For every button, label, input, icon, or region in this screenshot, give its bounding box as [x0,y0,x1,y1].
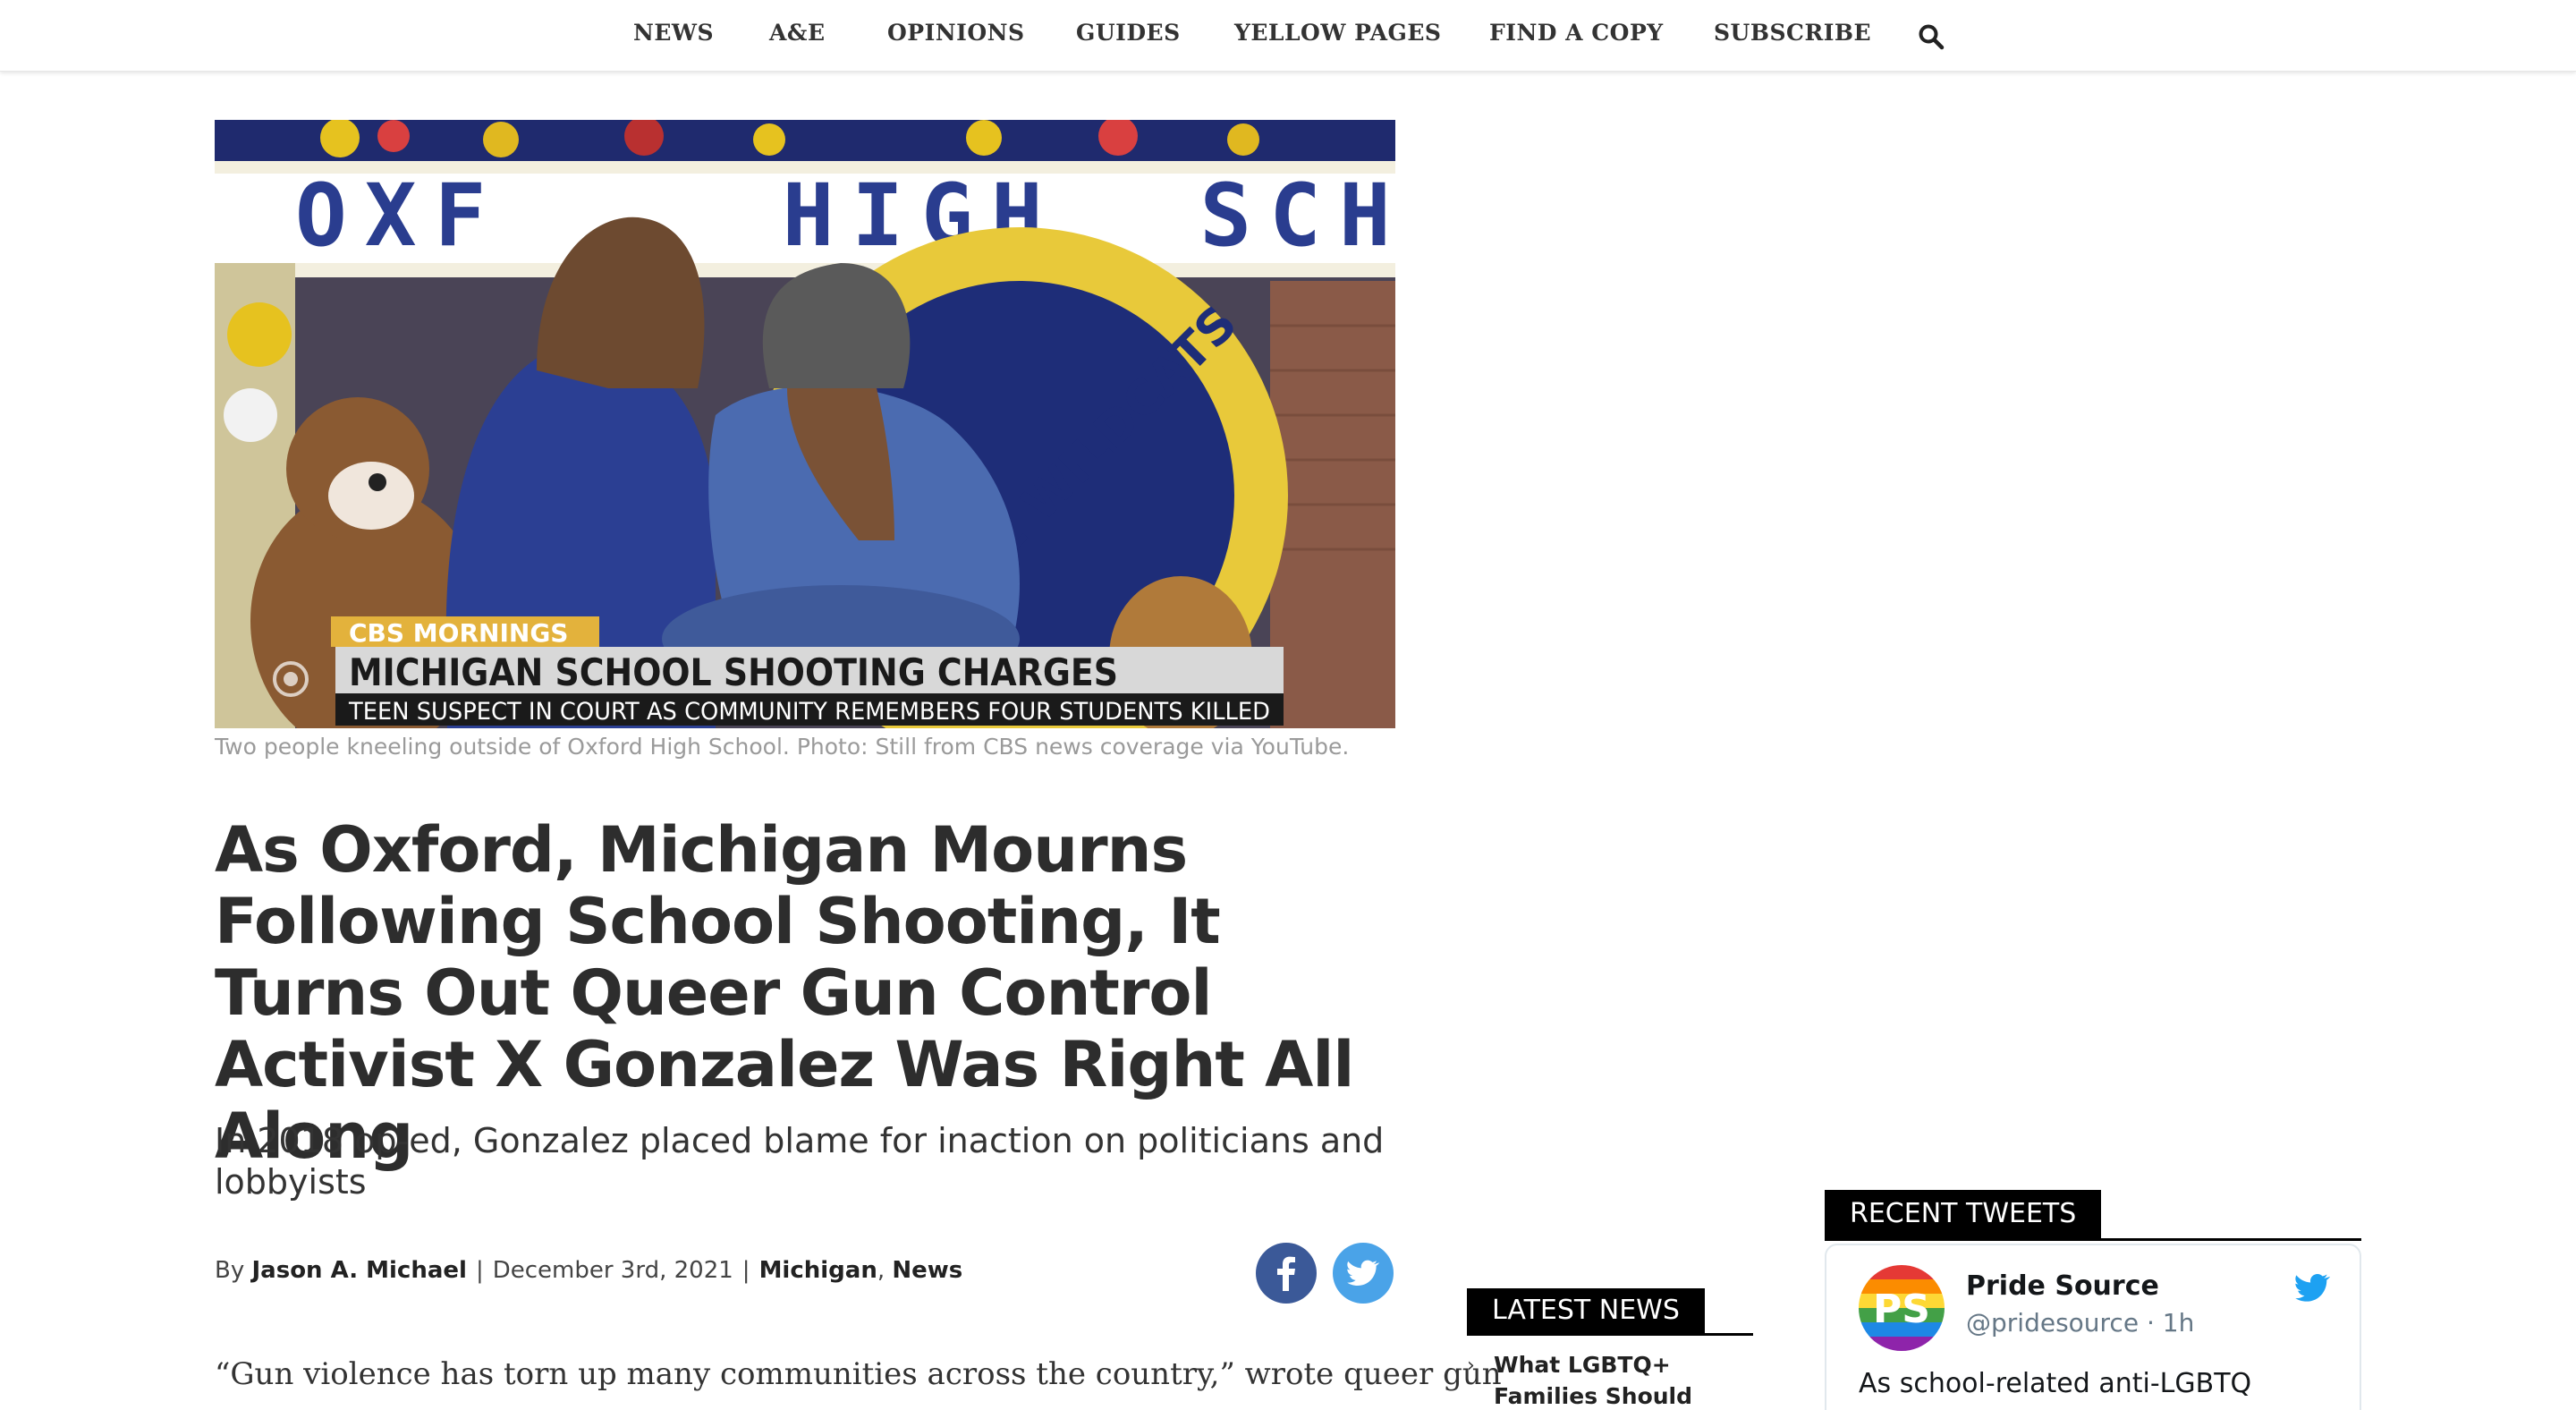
category-link-michigan[interactable]: Michigan [759,1257,877,1284]
byline-prefix: By [215,1257,245,1284]
nav-item-opinions[interactable]: OPINIONS [887,20,1025,46]
recent-tweets-title: RECENT TWEETS [1825,1190,2102,1238]
broadcast-banner-title: MICHIGAN SCHOOL SHOOTING CHARGES [349,650,1118,694]
avatar-initials: PS [1873,1287,1930,1332]
byline-separator: | [475,1257,484,1284]
tweet-author-handle[interactable]: @pridesource · 1h [1966,1308,2194,1338]
broadcast-brand: CBS MORNINGS [349,618,568,648]
article-body-first-line: “Gun violence has torn up many communiti… [215,1356,1502,1392]
byline: By Jason A. Michael | December 3rd, 2021 | M… [215,1257,962,1284]
twitter-icon [1347,1260,1380,1286]
latest-news-title: LATEST NEWS [1467,1288,1705,1333]
facebook-share-button[interactable] [1256,1243,1317,1304]
category-link-news[interactable]: News [892,1257,962,1284]
broadcast-banner-subtitle: TEEN SUSPECT IN COURT AS COMMUNITY REMEM… [348,698,1270,726]
nav-item-guides[interactable]: GUIDES [1076,20,1181,46]
byline-separator: | [741,1257,750,1284]
twitter-share-button[interactable] [1333,1243,1394,1304]
category-comma: , [877,1257,893,1284]
latest-news-item-title: What LGBTQ+ Families Should Know For Bac… [1494,1352,1693,1409]
nav-item-find-a-copy[interactable]: FIND A COPY [1489,20,1664,46]
facebook-icon [1277,1256,1295,1291]
hero-caption: Two people kneeling outside of Oxford Hi… [215,734,1350,760]
tweet-text: As school-related anti-LGBTQ [1859,1368,2252,1399]
tweet-card[interactable]: PS Pride Source @pridesource · 1h As sch… [1825,1244,2361,1410]
search-icon[interactable] [1918,23,1945,50]
nav-item-news[interactable]: NEWS [633,20,714,46]
recent-tweets-divider [1825,1238,2361,1241]
tweet-author-name[interactable]: Pride Source [1966,1270,2159,1302]
hero-photo: OXF HIGH SCH E WILDCATS CBS MORNINGS MIC… [215,120,1395,728]
nav-item-a-and-e[interactable]: A&E [769,20,826,46]
latest-news-divider [1467,1333,1753,1336]
author-link[interactable]: Jason A. Michael [252,1257,467,1284]
nav-item-subscribe[interactable]: SUBSCRIBE [1714,20,1871,46]
nav-item-yellow-pages[interactable]: YELLOW PAGES [1234,20,1441,46]
twitter-bird-icon[interactable] [2295,1272,2331,1303]
hero-sign-text: OXF HIGH SCH [295,166,1395,266]
avatar[interactable]: PS [1859,1265,1945,1351]
top-navigation: NEWS A&E OPINIONS GUIDES YELLOW PAGES FI… [0,0,2576,72]
chevron-right-icon: › [1467,1355,1475,1377]
publish-date: December 3rd, 2021 [492,1257,733,1284]
article-subhead: In 2018 op-ed, Gonzalez placed blame for… [215,1121,1385,1202]
article-headline: As Oxford, Michigan Mourns Following Sch… [215,813,1354,1173]
